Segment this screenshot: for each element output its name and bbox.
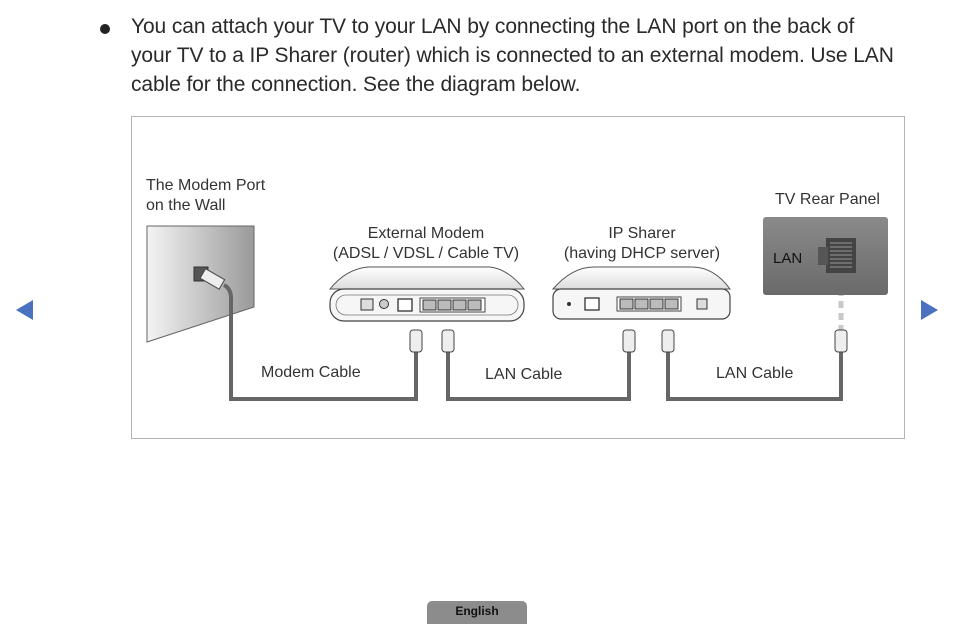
- ip-sharer-device: [551, 266, 731, 320]
- lan-cable-label-2: LAN Cable: [716, 365, 794, 382]
- bullet-text: You can attach your TV to your LAN by co…: [131, 15, 894, 96]
- lan-cable-label-1: LAN Cable: [485, 366, 563, 383]
- external-modem-device: [328, 266, 526, 322]
- plug-icon: [622, 329, 636, 353]
- next-page-arrow-icon[interactable]: [921, 300, 938, 320]
- tv-panel-label: TV Rear Panel: [775, 191, 880, 208]
- diagram-graphics: [146, 217, 888, 401]
- wall-label-line2: on the Wall: [146, 197, 226, 214]
- modem-label-line1: External Modem: [367, 225, 485, 242]
- bullet-dot-icon: [100, 24, 110, 34]
- network-connection-diagram: The Modem Port on the Wall External Mode…: [131, 116, 905, 439]
- plug-icon: [441, 329, 455, 353]
- plug-icon: [409, 329, 423, 353]
- plug-icon: [661, 329, 675, 353]
- wall-label-line1: The Modem Port: [146, 177, 266, 194]
- plug-icon: [834, 329, 848, 353]
- language-tab[interactable]: English: [427, 601, 527, 624]
- wall-modem-port: [146, 225, 255, 343]
- bullet-item: You can attach your TV to your LAN by co…: [100, 12, 900, 99]
- previous-page-arrow-icon[interactable]: [16, 300, 33, 320]
- modem-label-line2: (ADSL / VDSL / Cable TV): [332, 245, 520, 262]
- tv-lan-port-label: LAN: [773, 250, 803, 267]
- modem-cable-label: Modem Cable: [261, 364, 361, 381]
- sharer-label-line2: (having DHCP server): [563, 245, 721, 262]
- sharer-label-line1: IP Sharer: [608, 225, 676, 242]
- cable-plugs: [409, 329, 848, 353]
